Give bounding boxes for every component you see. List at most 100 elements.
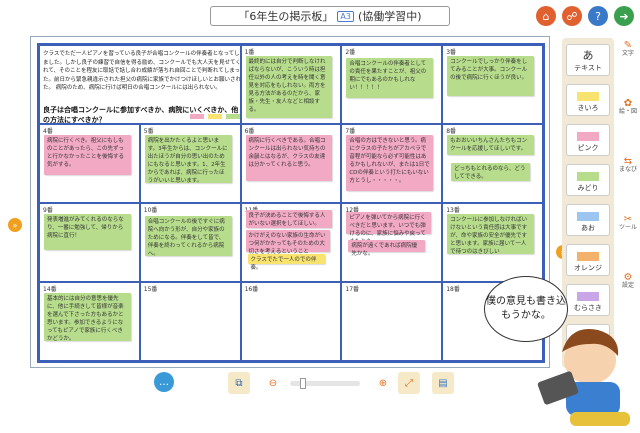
cell-number: 14番 — [43, 286, 57, 293]
palette-tab[interactable]: ピンク — [566, 124, 610, 156]
sticky-note[interactable]: 病院に行くべき。祖父にもしものことがあったら、この先ずっと行かなかったことを後悔… — [43, 135, 131, 175]
sticky-note[interactable]: クラスでたで一人のでの伴奏。 — [247, 254, 325, 271]
group-icon[interactable]: ☍ — [562, 6, 582, 26]
exit-icon[interactable]: ➜ — [614, 6, 634, 26]
cell-number: 1番 — [244, 49, 255, 56]
answer-cell[interactable]: 10番 合唱コンクールの後ですぐに病院へ向かう形が、自分や家族のためになる。伴奏を… — [139, 203, 241, 282]
palette-tab-label: みどり — [577, 184, 599, 192]
rail-item[interactable]: ⚙ 設定 — [618, 272, 638, 290]
sticky-swatch-icon — [577, 292, 599, 301]
palette-tab[interactable]: あテキスト — [566, 44, 610, 76]
left-expand-icon[interactable]: » — [8, 218, 22, 232]
rail-item[interactable]: ✎ 文字 — [618, 40, 638, 58]
share-icon[interactable]: ⧉ — [228, 372, 250, 394]
app-root: 「6年生の掲示板」 A3 (協働学習中) ⌂ ☍? ➜ » クラスでただ一人ピアノを… — [0, 0, 640, 433]
palette-tab-label: むらさき — [574, 304, 602, 312]
answer-cell[interactable]: 13番 コンクールに参加しなければいけないという責任感は大事ですが、命や家族の安全… — [442, 203, 543, 282]
text-glyph-icon: あ — [582, 49, 594, 62]
sticky-note[interactable]: コンクールでしっかり伴奏をしてみることが大事。コンクールの後で病院に行くほうが良… — [447, 56, 535, 96]
cell-number: 9番 — [43, 207, 53, 214]
layers-icon[interactable]: ▤ — [432, 372, 454, 394]
size-badge[interactable]: A3 — [337, 10, 354, 22]
answer-cell[interactable]: 3番 コンクールでしっかり伴奏をしてみることが大事。コンクールの後で病院に行くほう… — [442, 45, 543, 124]
palette-tab[interactable]: みどり — [566, 164, 610, 196]
sticky-note[interactable]: 病院に行くべきである。合唱コンクールは出られない気持ちの余韻とはなるが、クラスの… — [245, 135, 333, 181]
answer-cell[interactable]: 7番 合唱の方はできないと思う。病にクラスの子たちがアカペラで音程が可能なら必ず可… — [341, 124, 443, 203]
answer-cell[interactable]: 17番 — [341, 282, 443, 361]
board-canvas[interactable]: クラスでただ一人ピアノを習っている良子が合唱コンクールの伴奏者となってしました。… — [30, 36, 550, 368]
palette-tab-label: オレンジ — [574, 264, 602, 272]
palette-tab[interactable]: むらさき — [566, 284, 610, 316]
sticky-note[interactable]: 病院が遠くであれば病院優先かな。 — [348, 240, 426, 257]
color-swatch — [190, 114, 204, 119]
rail-label: 絵・図 — [618, 108, 637, 115]
answer-cell[interactable]: 11番良子が決めることで後悔する人がいない選択をしてほしい。かけがえのない家族の… — [240, 203, 342, 282]
board-grid: クラスでただ一人ピアノを習っている良子が合唱コンクールの伴奏者となってしました。… — [37, 43, 545, 363]
chat-icon[interactable]: … — [154, 372, 174, 392]
palette-tab[interactable]: あお — [566, 204, 610, 236]
cell-number: 3番 — [446, 49, 457, 56]
sticky-swatch-icon — [577, 252, 599, 261]
help-icon[interactable]: ? — [588, 6, 608, 26]
sticky-note[interactable]: 発表増進がみてくれるのならなり、一番に勉強して、帰りから病院に直行！ — [43, 214, 131, 250]
sticky-note[interactable]: 合唱の方はできないと思う。病にクラスの子たちがアカペラで音程が可能なら必ず可能性… — [346, 135, 434, 191]
answer-cell[interactable]: 5番 病院を出かたくるよと思います。3年生からは、コンクールに出たほうが自分の思い… — [139, 124, 241, 203]
answer-cell[interactable]: 6番 病院に行くべきである。合唱コンクールは出られない気持ちの余韻とはなるが、クラ… — [240, 124, 342, 203]
question-cell[interactable]: クラスでただ一人ピアノを習っている良子が合唱コンクールの伴奏者となってしました。… — [39, 45, 241, 124]
sticky-note[interactable]: ピアノを弾いてから病院に行くべきだと思います。いつでも弾けるのに、家族に悩みや戻… — [346, 212, 432, 245]
title-text: 「6年生の掲示板」 — [238, 10, 334, 23]
answer-cell[interactable]: 15番 — [139, 282, 241, 361]
sticky-palette: あテキストきいろピンクみどりあおオレンジむらさき下書き — [562, 38, 614, 368]
sticky-note[interactable]: コンクールに参加しなければいけないという責任感は大事ですが、命や家族の安全が優先… — [447, 214, 535, 255]
color-swatch — [208, 114, 222, 119]
zoom-out-icon[interactable]: ⊖ — [262, 372, 284, 394]
rail-label: まなび — [618, 166, 637, 173]
student-illustration — [537, 328, 630, 426]
answer-cell[interactable]: 9番 発表増進がみてくれるのならなり、一番に勉強して、帰りから病院に直行！ — [39, 203, 140, 282]
palette-tab[interactable]: オレンジ — [566, 244, 610, 276]
palette-tab-label: テキスト — [574, 64, 602, 72]
cell-number: 15番 — [143, 286, 158, 293]
zoom-in-icon[interactable]: ⊕ — [372, 372, 394, 394]
sticky-note[interactable]: 病院を出かたくるよと思います。3年生からは、コンクールに出たほうが自分の思い出の… — [144, 135, 232, 184]
answer-cell[interactable]: 4番 病院に行くべき。祖父にもしものことがあったら、この先ずっと行かなかったことを… — [39, 124, 140, 203]
cell-number: 4番 — [43, 128, 53, 135]
sticky-note[interactable]: 最終的には自分で判断しなければならないが、こういう時は担任以外の人の考えを時を聞… — [245, 56, 333, 118]
cell-number: 17番 — [345, 286, 360, 293]
top-icons: ⌂ ☍? ➜ — [536, 6, 634, 26]
color-swatch — [226, 114, 240, 119]
answer-cell[interactable]: 1番 最終的には自分で判断しなければならないが、こういう時は担任以外の人の考えを時… — [240, 45, 342, 124]
rail-item[interactable]: ✂ ツール — [618, 214, 638, 232]
zoom-slider-knob[interactable] — [300, 378, 306, 389]
rail-label: 文字 — [621, 50, 634, 57]
fit-screen-icon[interactable]: ⤢ — [398, 372, 420, 394]
cell-number: 16番 — [244, 286, 259, 293]
sticky-note[interactable]: もおおいいちんさんたちもコンクールを応援してほしいです。 — [447, 135, 535, 155]
top-bar: 「6年生の掲示板」 A3 (協働学習中) ⌂ ☍? ➜ — [0, 0, 640, 34]
answer-cell[interactable]: 12番 ピアノを弾いてから病院に行くべきだと思います。いつでも弾けるのに、家族に悩… — [341, 203, 443, 282]
sticky-note[interactable]: 基本的には自分の意思を優先に、他に手続きして皆様が音楽を選んで下さった方もあるか… — [43, 293, 131, 342]
question-text: クラスでただ一人ピアノを習っている良子が合唱コンクールの伴奏者となってしました。… — [43, 51, 241, 92]
rail-label: ツール — [618, 224, 637, 231]
board-title: 「6年生の掲示板」 A3 (協働学習中) — [210, 6, 450, 26]
home-icon[interactable]: ⌂ — [536, 6, 556, 26]
sticky-note[interactable]: 良子が決めることで後悔する人がいない選択をしてほしい。 — [245, 210, 333, 228]
answer-cell[interactable]: 16番 — [240, 282, 342, 361]
answer-cell[interactable]: 2番 合唱コンクールの伴奏者としての責任を果たすことが、祖父の期にでもあるのかもし… — [341, 45, 443, 124]
sticky-swatch-icon — [577, 212, 599, 221]
sticky-note[interactable]: どっちもとれるのなら、どうしてできる。 — [451, 163, 531, 181]
palette-tab[interactable]: きいろ — [566, 84, 610, 116]
sticky-swatch-icon — [577, 92, 599, 101]
cell-number: 13番 — [446, 207, 460, 214]
sticky-swatch-icon — [577, 132, 599, 141]
sticky-note[interactable]: かけがえのない家族の生命がいつ何がかかってもそのための大切さを考えるということ — [245, 230, 331, 255]
sticky-note[interactable]: 合唱コンクールの伴奏者としての責任を果たすことが、祖父の期にでもあるのかもしれな… — [346, 58, 434, 98]
cell-number: 6番 — [244, 128, 255, 135]
answer-cell[interactable]: 14番 基本的には自分の意思を優先に、他に手続きして皆様が音楽を選んで下さった方も… — [39, 282, 140, 361]
cell-number: 7番 — [345, 128, 356, 135]
cell-number: 5番 — [143, 128, 154, 135]
sticky-note[interactable]: 合唱コンクールの後ですぐに病院へ向かう形が、自分や家族のためになる。伴奏をして皆… — [144, 216, 232, 257]
rail-item[interactable]: ⇆ まなび — [618, 156, 638, 174]
rail-item[interactable]: ✿ 絵・図 — [618, 98, 638, 116]
answer-cell[interactable]: 8番 もおおいいちんさんたちもコンクールを応援してほしいです。 どっちもとれるのなら… — [442, 124, 543, 203]
